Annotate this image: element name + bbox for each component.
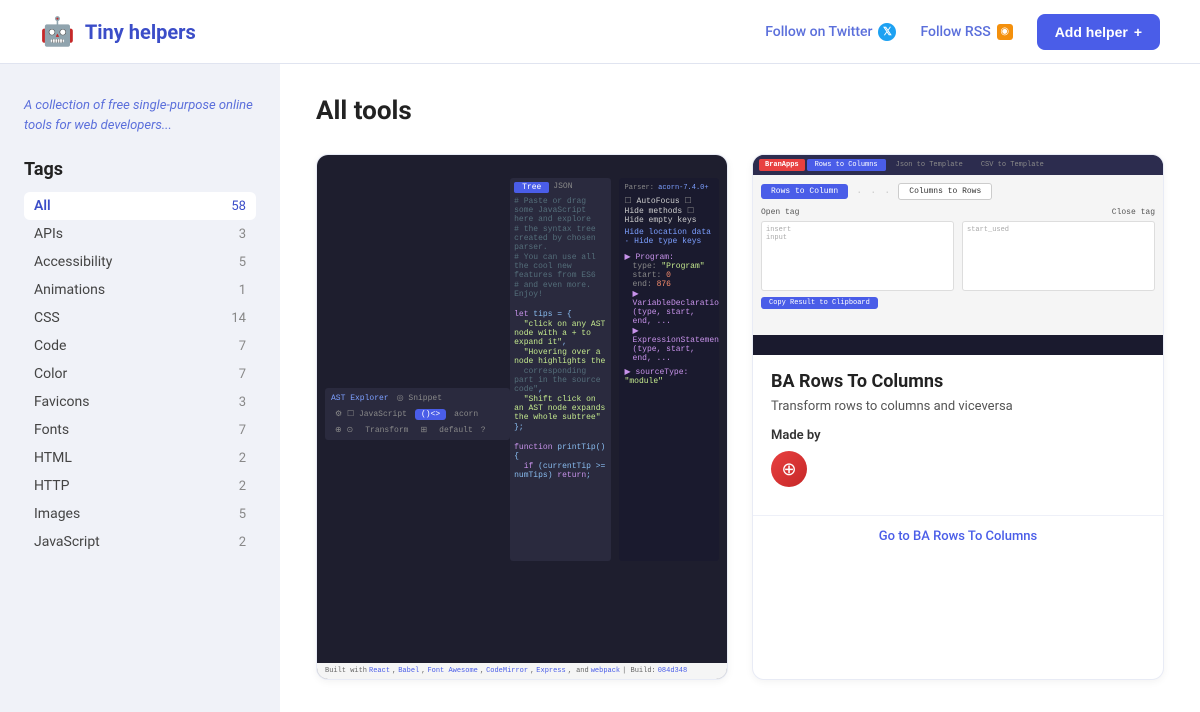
add-helper-label: Add helper bbox=[1055, 24, 1128, 40]
ba-tool-info: BA Rows To Columns Transform rows to col… bbox=[753, 355, 1163, 515]
sidebar-tag-item[interactable]: Favicons 3 bbox=[24, 388, 256, 416]
sidebar-tag-item[interactable]: JavaScript 2 bbox=[24, 528, 256, 556]
tag-label: Favicons bbox=[34, 394, 89, 410]
sidebar-tag-item[interactable]: Color 7 bbox=[24, 360, 256, 388]
tags-list: All 58 APIs 3 Accessibility 5 Animations 1 CSS 14… bbox=[24, 192, 256, 556]
tag-count: 7 bbox=[239, 339, 246, 354]
add-helper-button[interactable]: Add helper + bbox=[1037, 14, 1160, 50]
tag-count: 3 bbox=[239, 395, 246, 410]
ba-tool-desc: Transform rows to columns and viceversa bbox=[771, 398, 1145, 416]
ba-tool-link[interactable]: Go to BA Rows To Columns bbox=[879, 529, 1037, 544]
tag-label: Animations bbox=[34, 282, 105, 298]
header: 🤖 Tiny helpers Follow on Twitter 𝕏 Follo… bbox=[0, 0, 1200, 64]
plus-icon: + bbox=[1134, 24, 1142, 40]
tag-count: 58 bbox=[231, 199, 246, 214]
tag-count: 3 bbox=[239, 227, 246, 242]
tag-count: 14 bbox=[231, 311, 246, 326]
ba-preview: BranApps Rows to Columns Json to Templat… bbox=[753, 155, 1163, 355]
page-title: All tools bbox=[316, 96, 1164, 126]
sidebar-tag-item[interactable]: All 58 bbox=[24, 192, 256, 220]
tag-count: 7 bbox=[239, 367, 246, 382]
tags-heading: Tags bbox=[24, 159, 256, 180]
tools-grid: AST Explorer ◎ Snippet ⚙ ☐ JavaScript ()… bbox=[316, 154, 1164, 680]
sidebar-tag-item[interactable]: Fonts 7 bbox=[24, 416, 256, 444]
tool-card-ast-explorer: AST Explorer ◎ Snippet ⚙ ☐ JavaScript ()… bbox=[316, 154, 728, 680]
tag-count: 2 bbox=[239, 479, 246, 494]
tag-label: HTTP bbox=[34, 478, 69, 494]
tag-count: 5 bbox=[239, 255, 246, 270]
sidebar: A collection of free single-purpose onli… bbox=[0, 64, 280, 712]
ba-tool-name: BA Rows To Columns bbox=[771, 371, 1145, 392]
logo-icon: 🤖 bbox=[40, 15, 75, 48]
tag-count: 1 bbox=[239, 283, 246, 298]
tag-label: JavaScript bbox=[34, 534, 100, 550]
follow-twitter-label: Follow on Twitter bbox=[765, 24, 872, 40]
sidebar-tag-item[interactable]: Images 5 bbox=[24, 500, 256, 528]
tag-label: All bbox=[34, 198, 51, 214]
sidebar-description: A collection of free single-purpose onli… bbox=[24, 96, 256, 135]
sidebar-tag-item[interactable]: CSS 14 bbox=[24, 304, 256, 332]
sidebar-tag-item[interactable]: Accessibility 5 bbox=[24, 248, 256, 276]
tag-count: 5 bbox=[239, 507, 246, 522]
ast-preview: AST Explorer ◎ Snippet ⚙ ☐ JavaScript ()… bbox=[317, 155, 727, 679]
tag-label: Accessibility bbox=[34, 254, 112, 270]
tag-label: Color bbox=[34, 366, 67, 382]
ast-tool-info: AST explorer Explore the ASTs generated … bbox=[317, 679, 727, 680]
main-layout: A collection of free single-purpose onli… bbox=[0, 64, 1200, 712]
tag-label: Fonts bbox=[34, 422, 69, 438]
sidebar-tag-item[interactable]: Animations 1 bbox=[24, 276, 256, 304]
tag-count: 2 bbox=[239, 535, 246, 550]
sidebar-tag-item[interactable]: APIs 3 bbox=[24, 220, 256, 248]
ba-link-bar: Go to BA Rows To Columns bbox=[753, 515, 1163, 556]
follow-rss-link[interactable]: Follow RSS ◉ bbox=[920, 24, 1012, 40]
sidebar-tag-item[interactable]: Code 7 bbox=[24, 332, 256, 360]
sidebar-tag-item[interactable]: HTTP 2 bbox=[24, 472, 256, 500]
content-area: All tools AST Explorer ◎ Snippet ⚙ ☐ Jav… bbox=[280, 64, 1200, 712]
tag-label: APIs bbox=[34, 226, 63, 242]
follow-twitter-link[interactable]: Follow on Twitter 𝕏 bbox=[765, 23, 896, 41]
logo-area[interactable]: 🤖 Tiny helpers bbox=[40, 15, 196, 48]
twitter-icon: 𝕏 bbox=[878, 23, 896, 41]
follow-rss-label: Follow RSS bbox=[920, 24, 990, 40]
sidebar-tag-item[interactable]: HTML 2 bbox=[24, 444, 256, 472]
tag-count: 7 bbox=[239, 423, 246, 438]
logo-text: Tiny helpers bbox=[85, 20, 196, 44]
tag-label: HTML bbox=[34, 450, 72, 466]
tag-label: Images bbox=[34, 506, 80, 522]
tool-card-ba-rows-to-columns: BranApps Rows to Columns Json to Templat… bbox=[752, 154, 1164, 680]
tag-count: 2 bbox=[239, 451, 246, 466]
ba-made-by-label: Made by bbox=[771, 428, 1145, 443]
rss-icon: ◉ bbox=[997, 24, 1013, 40]
tag-label: CSS bbox=[34, 310, 60, 326]
ba-avatar: ⊕ bbox=[771, 451, 807, 487]
tag-label: Code bbox=[34, 338, 66, 354]
header-actions: Follow on Twitter 𝕏 Follow RSS ◉ Add hel… bbox=[765, 14, 1160, 50]
